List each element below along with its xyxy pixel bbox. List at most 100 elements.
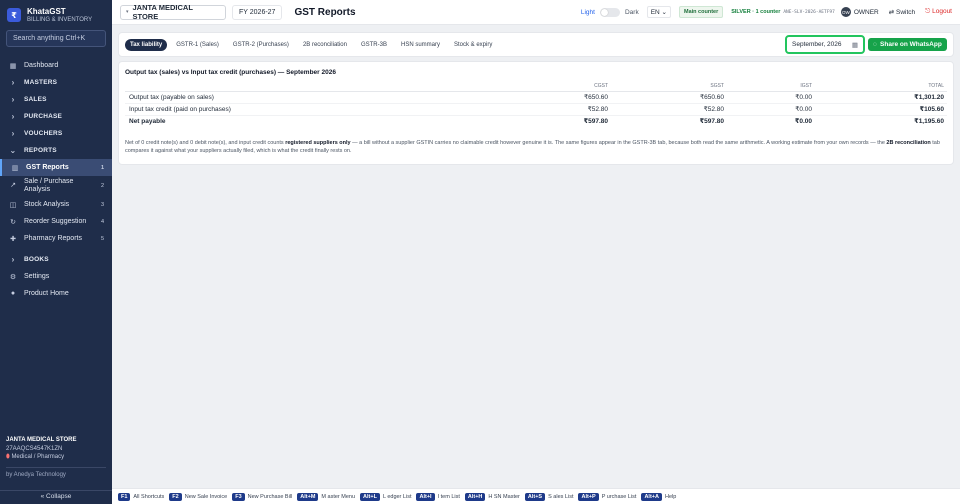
chevron-right-icon: › (11, 129, 15, 138)
sidebar-section-books[interactable]: › BOOKS (0, 251, 112, 268)
sidebar-item-pharmacy-reports[interactable]: ✚ Pharmacy Reports 5 (0, 230, 112, 247)
user-icon: ● (10, 290, 16, 297)
tab-2b-reconciliation[interactable]: 2B reconciliation (298, 39, 352, 51)
vendor-credit: by Anedya Technology (6, 472, 66, 478)
shortcut-key: Alt+H (464, 492, 486, 501)
shortcut-key: Alt+I (416, 492, 435, 501)
tab-gstr-2[interactable]: GSTR-2 (Purchases) (228, 39, 294, 51)
logout-button[interactable]: ⎋ Logout (925, 8, 952, 16)
collapse-sidebar-button[interactable]: « Collapse (0, 490, 112, 502)
sidebar-item-label: Reorder Suggestion (24, 218, 87, 225)
column-header: IGST (727, 81, 815, 92)
sidebar-item-stock-analysis[interactable]: ◫ Stock Analysis 3 (0, 196, 112, 213)
sidebar-item-reorder-suggestion[interactable]: ↻ Reorder Suggestion 4 (0, 213, 112, 230)
user-role: OWNER (853, 8, 879, 16)
shortcut-label: S ales List (548, 493, 574, 500)
shortcut-purchase-list[interactable]: Alt+P P urchase List (578, 492, 637, 501)
grid-icon: ▦ (9, 62, 17, 70)
column-header (125, 81, 505, 92)
sgst-value: ₹650.60 (611, 91, 727, 104)
tab-gstr-1[interactable]: GSTR-1 (Sales) (171, 39, 224, 51)
shortcut-key: Alt+M (297, 492, 319, 501)
sidebar-item-label: VOUCHERS (24, 130, 63, 137)
share-whatsapp-button[interactable]: ◌ Share on WhatsApp (868, 38, 947, 51)
igst-value: ₹0.00 (727, 114, 815, 127)
net-payable-row: Net payable ₹597.80 ₹597.80 ₹0.00 ₹1,195… (125, 114, 947, 127)
shortcut-help[interactable]: Alt+A Help (641, 492, 677, 501)
period-picker[interactable]: September, 2026 ▦ (785, 35, 865, 54)
shortcut-all[interactable]: F1 All Shortcuts (118, 492, 165, 501)
shortcut-label: P urchase List (601, 493, 637, 500)
note-emphasis: 2B reconciliation (886, 140, 931, 146)
tab-gstr-3b[interactable]: GSTR-3B (356, 39, 392, 51)
tax-liability-table: CGST SGST IGST TOTAL Output tax (payable… (125, 81, 947, 127)
fy-selector-value: FY 2026-27 (239, 8, 276, 16)
sidebar-item-gst-reports[interactable]: ▥ GST Reports 1 (0, 159, 112, 176)
cgst-value: ₹650.60 (505, 91, 611, 104)
sidebar-section-masters[interactable]: › MASTERS (0, 74, 112, 91)
license-badge: SILVER · 1 counter (731, 9, 781, 15)
sidebar-item-dashboard[interactable]: ▦ Dashboard (0, 57, 112, 74)
chevron-right-icon: › (11, 78, 15, 87)
sidebar-item-sale-purchase-analysis[interactable]: ↗ Sale / Purchase Analysis 2 (0, 176, 112, 196)
sidebar-item-product-home[interactable]: ● Product Home (0, 285, 112, 302)
shortcut-ledger-list[interactable]: Alt+L L edger List (360, 492, 411, 501)
shortcut-item-list[interactable]: Alt+I I tem List (416, 492, 460, 501)
sidebar-section-purchase[interactable]: › PURCHASE (0, 108, 112, 125)
chevron-right-icon: › (11, 255, 15, 264)
total-value: ₹1,301.20 (815, 91, 947, 104)
tab-stock-expiry[interactable]: Stock & expiry (449, 39, 497, 51)
shortcut-label: All Shortcuts (133, 493, 165, 500)
tab-hsn-summary[interactable]: HSN summary (396, 39, 445, 51)
shortcut-key: F2 (169, 492, 182, 501)
store-selector-value: JANTA MEDICAL STORE (132, 3, 193, 21)
shortcut-label: New Sale Invoice (184, 493, 228, 500)
store-name: JANTA MEDICAL STORE (6, 437, 77, 443)
brand[interactable]: ₹ KhataGST BILLING & INVENTORY (0, 0, 112, 28)
shortcut-badge: 2 (100, 183, 104, 189)
pill-icon: ✚ (10, 235, 16, 243)
store-selector[interactable]: ▾ JANTA MEDICAL STORE (120, 3, 226, 21)
theme-light-option[interactable]: Light (581, 9, 595, 16)
shortcut-badge: 1 (100, 164, 104, 171)
sgst-value: ₹52.80 (611, 103, 727, 116)
chevron-down-icon: ⌄ (661, 9, 667, 16)
column-header: CGST (505, 81, 611, 92)
chevron-right-icon: › (11, 95, 15, 104)
shortcut-sales-list[interactable]: Alt+S S ales List (524, 492, 574, 501)
tax-liability-card: Output tax (sales) vs Input tax credit (… (118, 61, 954, 165)
sidebar-item-label: SALES (24, 96, 47, 103)
igst-value: ₹0.00 (727, 91, 815, 104)
shortcut-new-sale[interactable]: F2 New Sale Invoice (169, 492, 228, 501)
shortcut-label: Help (664, 493, 677, 500)
license-code: ANE-SLV-2026-AETF97 (783, 9, 835, 15)
note-text: — a bill without a supplier GSTIN carrie… (350, 140, 887, 146)
shortcut-master-menu[interactable]: Alt+M M aster Menu (297, 492, 355, 501)
tab-tax-liability[interactable]: Tax liability (125, 38, 168, 51)
switch-button[interactable]: ⇄ Switch (889, 8, 915, 16)
sgst-value: ₹597.80 (611, 114, 727, 127)
sidebar-section-reports[interactable]: ⌄ REPORTS (0, 142, 112, 159)
store-type-label: Medical / Pharmacy (11, 454, 65, 460)
shortcut-label: I tem List (437, 493, 460, 500)
shortcut-new-purchase[interactable]: F3 New Purchase Bill (232, 492, 292, 501)
shortcut-hsn-master[interactable]: Alt+H H SN Master (464, 492, 520, 501)
sidebar-item-settings[interactable]: ⚙ Settings (0, 268, 112, 285)
avatar[interactable]: OW (840, 7, 851, 17)
sidebar-section-vouchers[interactable]: › VOUCHERS (0, 125, 112, 142)
sidebar-search-input[interactable]: Search anything Ctrl+K (6, 30, 106, 47)
fy-selector[interactable]: FY 2026-27 (232, 4, 283, 20)
theme-toggle[interactable] (599, 7, 620, 17)
note-emphasis: registered suppliers only (285, 140, 351, 146)
cgst-value: ₹52.80 (505, 103, 611, 116)
brand-name: KhataGST (27, 6, 66, 16)
report-tabs: Tax liability GSTR-1 (Sales) GSTR-2 (Pur… (118, 32, 954, 57)
shortcut-bar: F1 All Shortcuts F2 New Sale Invoice F3 New… (112, 488, 960, 504)
page-title: GST Reports (294, 6, 356, 18)
shortcut-key: Alt+A (641, 492, 662, 501)
language-selector[interactable]: EN ⌄ (646, 6, 671, 18)
shortcut-key: F1 (118, 492, 131, 501)
sidebar-section-sales[interactable]: › SALES (0, 91, 112, 108)
theme-dark-option[interactable]: Dark (625, 9, 639, 16)
top-header: ▾ JANTA MEDICAL STORE FY 2026-27 GST Rep… (112, 0, 960, 25)
